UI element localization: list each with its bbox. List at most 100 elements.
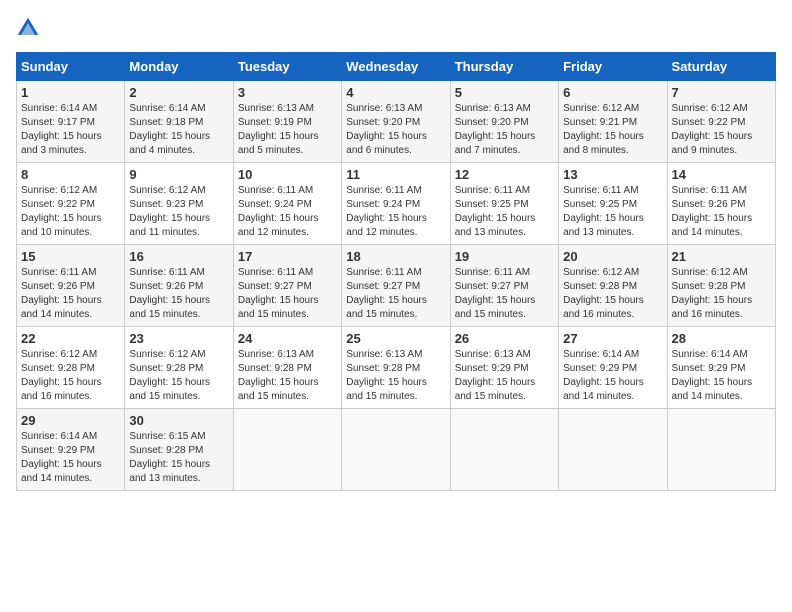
day-info: Sunrise: 6:11 AMSunset: 9:25 PMDaylight:… — [455, 185, 536, 238]
day-number: 20 — [563, 249, 662, 264]
calendar-cell — [450, 409, 558, 491]
calendar-cell: 8 Sunrise: 6:12 AMSunset: 9:22 PMDayligh… — [17, 163, 125, 245]
day-number: 12 — [455, 167, 554, 182]
day-info: Sunrise: 6:12 AMSunset: 9:22 PMDaylight:… — [21, 185, 102, 238]
day-info: Sunrise: 6:14 AMSunset: 9:29 PMDaylight:… — [21, 431, 102, 484]
calendar-cell: 27 Sunrise: 6:14 AMSunset: 9:29 PMDaylig… — [559, 327, 667, 409]
day-number: 22 — [21, 331, 120, 346]
day-info: Sunrise: 6:14 AMSunset: 9:29 PMDaylight:… — [563, 349, 644, 402]
day-info: Sunrise: 6:13 AMSunset: 9:28 PMDaylight:… — [238, 349, 319, 402]
day-info: Sunrise: 6:15 AMSunset: 9:28 PMDaylight:… — [129, 431, 210, 484]
calendar-cell: 11 Sunrise: 6:11 AMSunset: 9:24 PMDaylig… — [342, 163, 450, 245]
day-info: Sunrise: 6:12 AMSunset: 9:21 PMDaylight:… — [563, 103, 644, 156]
calendar-header-row: SundayMondayTuesdayWednesdayThursdayFrid… — [17, 53, 776, 81]
day-info: Sunrise: 6:12 AMSunset: 9:28 PMDaylight:… — [672, 267, 753, 320]
header-wednesday: Wednesday — [342, 53, 450, 81]
day-number: 10 — [238, 167, 337, 182]
day-number: 30 — [129, 413, 228, 428]
header-sunday: Sunday — [17, 53, 125, 81]
day-info: Sunrise: 6:11 AMSunset: 9:27 PMDaylight:… — [346, 267, 427, 320]
calendar-cell: 6 Sunrise: 6:12 AMSunset: 9:21 PMDayligh… — [559, 81, 667, 163]
calendar-cell: 19 Sunrise: 6:11 AMSunset: 9:27 PMDaylig… — [450, 245, 558, 327]
day-number: 13 — [563, 167, 662, 182]
header-tuesday: Tuesday — [233, 53, 341, 81]
day-number: 7 — [672, 85, 771, 100]
day-info: Sunrise: 6:11 AMSunset: 9:26 PMDaylight:… — [129, 267, 210, 320]
header-friday: Friday — [559, 53, 667, 81]
calendar-cell: 29 Sunrise: 6:14 AMSunset: 9:29 PMDaylig… — [17, 409, 125, 491]
calendar-cell — [559, 409, 667, 491]
day-number: 24 — [238, 331, 337, 346]
day-info: Sunrise: 6:11 AMSunset: 9:26 PMDaylight:… — [672, 185, 753, 238]
calendar-cell: 5 Sunrise: 6:13 AMSunset: 9:20 PMDayligh… — [450, 81, 558, 163]
calendar-cell: 25 Sunrise: 6:13 AMSunset: 9:28 PMDaylig… — [342, 327, 450, 409]
header-monday: Monday — [125, 53, 233, 81]
day-number: 23 — [129, 331, 228, 346]
calendar-cell: 22 Sunrise: 6:12 AMSunset: 9:28 PMDaylig… — [17, 327, 125, 409]
calendar-cell: 17 Sunrise: 6:11 AMSunset: 9:27 PMDaylig… — [233, 245, 341, 327]
calendar-cell: 20 Sunrise: 6:12 AMSunset: 9:28 PMDaylig… — [559, 245, 667, 327]
day-number: 1 — [21, 85, 120, 100]
day-info: Sunrise: 6:14 AMSunset: 9:29 PMDaylight:… — [672, 349, 753, 402]
calendar-cell: 26 Sunrise: 6:13 AMSunset: 9:29 PMDaylig… — [450, 327, 558, 409]
calendar-cell: 23 Sunrise: 6:12 AMSunset: 9:28 PMDaylig… — [125, 327, 233, 409]
day-number: 19 — [455, 249, 554, 264]
day-info: Sunrise: 6:14 AMSunset: 9:17 PMDaylight:… — [21, 103, 102, 156]
calendar-cell: 24 Sunrise: 6:13 AMSunset: 9:28 PMDaylig… — [233, 327, 341, 409]
logo-icon — [16, 16, 40, 40]
day-number: 3 — [238, 85, 337, 100]
calendar-cell: 30 Sunrise: 6:15 AMSunset: 9:28 PMDaylig… — [125, 409, 233, 491]
calendar-cell — [233, 409, 341, 491]
day-info: Sunrise: 6:11 AMSunset: 9:24 PMDaylight:… — [238, 185, 319, 238]
calendar-cell: 13 Sunrise: 6:11 AMSunset: 9:25 PMDaylig… — [559, 163, 667, 245]
calendar-cell: 9 Sunrise: 6:12 AMSunset: 9:23 PMDayligh… — [125, 163, 233, 245]
day-info: Sunrise: 6:13 AMSunset: 9:19 PMDaylight:… — [238, 103, 319, 156]
calendar-cell: 16 Sunrise: 6:11 AMSunset: 9:26 PMDaylig… — [125, 245, 233, 327]
day-number: 9 — [129, 167, 228, 182]
day-number: 27 — [563, 331, 662, 346]
day-info: Sunrise: 6:11 AMSunset: 9:25 PMDaylight:… — [563, 185, 644, 238]
calendar-cell: 18 Sunrise: 6:11 AMSunset: 9:27 PMDaylig… — [342, 245, 450, 327]
day-info: Sunrise: 6:11 AMSunset: 9:24 PMDaylight:… — [346, 185, 427, 238]
header-saturday: Saturday — [667, 53, 775, 81]
calendar-week-row: 15 Sunrise: 6:11 AMSunset: 9:26 PMDaylig… — [17, 245, 776, 327]
day-info: Sunrise: 6:13 AMSunset: 9:20 PMDaylight:… — [455, 103, 536, 156]
day-number: 5 — [455, 85, 554, 100]
calendar-cell: 21 Sunrise: 6:12 AMSunset: 9:28 PMDaylig… — [667, 245, 775, 327]
calendar-cell — [342, 409, 450, 491]
day-number: 21 — [672, 249, 771, 264]
calendar-cell: 15 Sunrise: 6:11 AMSunset: 9:26 PMDaylig… — [17, 245, 125, 327]
day-info: Sunrise: 6:13 AMSunset: 9:29 PMDaylight:… — [455, 349, 536, 402]
day-number: 15 — [21, 249, 120, 264]
calendar-week-row: 8 Sunrise: 6:12 AMSunset: 9:22 PMDayligh… — [17, 163, 776, 245]
calendar-week-row: 22 Sunrise: 6:12 AMSunset: 9:28 PMDaylig… — [17, 327, 776, 409]
day-info: Sunrise: 6:13 AMSunset: 9:20 PMDaylight:… — [346, 103, 427, 156]
calendar-cell: 10 Sunrise: 6:11 AMSunset: 9:24 PMDaylig… — [233, 163, 341, 245]
day-number: 28 — [672, 331, 771, 346]
day-number: 18 — [346, 249, 445, 264]
calendar-cell: 3 Sunrise: 6:13 AMSunset: 9:19 PMDayligh… — [233, 81, 341, 163]
day-number: 29 — [21, 413, 120, 428]
calendar-cell: 4 Sunrise: 6:13 AMSunset: 9:20 PMDayligh… — [342, 81, 450, 163]
day-number: 16 — [129, 249, 228, 264]
logo — [16, 16, 44, 40]
calendar-cell — [667, 409, 775, 491]
calendar-cell: 12 Sunrise: 6:11 AMSunset: 9:25 PMDaylig… — [450, 163, 558, 245]
day-info: Sunrise: 6:11 AMSunset: 9:27 PMDaylight:… — [455, 267, 536, 320]
day-number: 26 — [455, 331, 554, 346]
calendar-table: SundayMondayTuesdayWednesdayThursdayFrid… — [16, 52, 776, 491]
day-info: Sunrise: 6:11 AMSunset: 9:26 PMDaylight:… — [21, 267, 102, 320]
day-info: Sunrise: 6:12 AMSunset: 9:28 PMDaylight:… — [21, 349, 102, 402]
calendar-cell: 7 Sunrise: 6:12 AMSunset: 9:22 PMDayligh… — [667, 81, 775, 163]
day-number: 8 — [21, 167, 120, 182]
day-number: 25 — [346, 331, 445, 346]
day-info: Sunrise: 6:12 AMSunset: 9:28 PMDaylight:… — [563, 267, 644, 320]
calendar-week-row: 1 Sunrise: 6:14 AMSunset: 9:17 PMDayligh… — [17, 81, 776, 163]
calendar-cell: 2 Sunrise: 6:14 AMSunset: 9:18 PMDayligh… — [125, 81, 233, 163]
calendar-week-row: 29 Sunrise: 6:14 AMSunset: 9:29 PMDaylig… — [17, 409, 776, 491]
day-number: 14 — [672, 167, 771, 182]
day-info: Sunrise: 6:13 AMSunset: 9:28 PMDaylight:… — [346, 349, 427, 402]
day-number: 2 — [129, 85, 228, 100]
day-info: Sunrise: 6:12 AMSunset: 9:23 PMDaylight:… — [129, 185, 210, 238]
header-thursday: Thursday — [450, 53, 558, 81]
